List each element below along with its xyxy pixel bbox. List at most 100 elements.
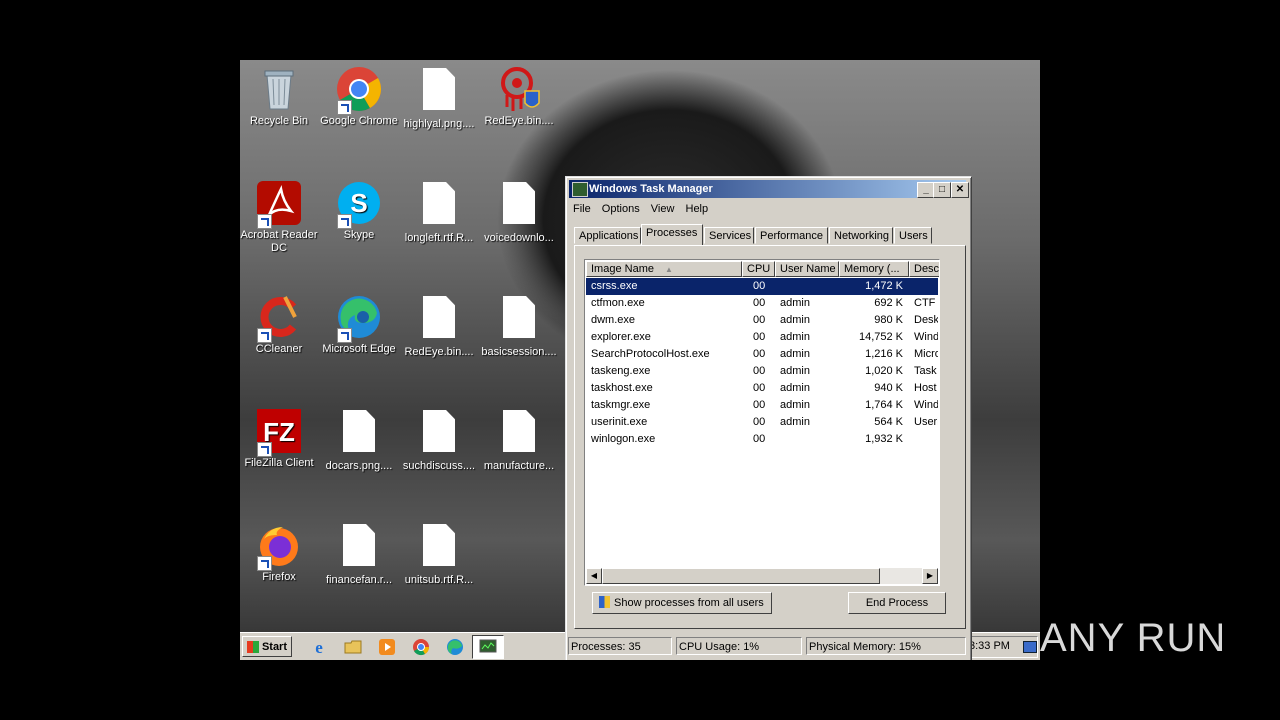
process-list[interactable]: Image Name ▲ CPU User Name Memory (... D…	[584, 259, 940, 586]
desktop-icon-recycle-bin[interactable]: Recycle Bin	[240, 65, 319, 128]
desktop-icon-manufacture[interactable]: manufacture...	[479, 407, 559, 473]
scroll-left-icon[interactable]: ◀	[586, 568, 602, 584]
file-icon	[415, 182, 463, 230]
cell-cpu: 00	[753, 399, 766, 411]
skype-icon: S	[335, 179, 383, 229]
acrobat-icon	[255, 179, 303, 229]
table-row[interactable]: csrss.exe 00 1,472 K	[586, 278, 938, 295]
show-all-processes-button[interactable]: Show processes from all users	[592, 592, 772, 614]
column-description[interactable]: Desc	[909, 261, 939, 277]
cell-mem: 980 K	[874, 314, 903, 326]
desktop-icon-google-chrome[interactable]: Google Chrome	[319, 65, 399, 128]
ccleaner-icon	[255, 293, 303, 343]
cell-desc: Task	[914, 365, 937, 377]
table-row[interactable]: winlogon.exe 00 1,932 K	[586, 431, 938, 448]
edge-icon	[335, 293, 383, 343]
task-manager-window: Windows Task Manager _ □ ✕ File Options …	[565, 176, 972, 660]
cell-name: explorer.exe	[591, 331, 651, 343]
cell-cpu: 00	[753, 382, 766, 394]
cell-cpu: 00	[753, 331, 766, 343]
taskbar-button-task-manager[interactable]	[472, 635, 504, 659]
desktop-icon-label: unitsub.rtf.R...	[404, 574, 474, 586]
desktop-icon-edge[interactable]: Microsoft Edge	[319, 293, 399, 356]
scroll-right-icon[interactable]: ▶	[922, 568, 938, 584]
media-player-icon[interactable]	[378, 638, 396, 656]
tab-applications[interactable]: Applications	[574, 227, 641, 244]
desktop-icon-redeye-1[interactable]: RedEye.bin....	[479, 65, 559, 128]
table-row[interactable]: userinit.exe 00 admin 564 K Useri	[586, 414, 938, 431]
close-button[interactable]: ✕	[951, 182, 969, 198]
cell-name: winlogon.exe	[591, 433, 656, 445]
explorer-folder-icon[interactable]	[344, 638, 362, 656]
menu-view[interactable]: View	[647, 200, 679, 218]
cell-cpu: 00	[753, 297, 766, 309]
cell-cpu: 00	[753, 416, 766, 428]
menu-file[interactable]: File	[569, 200, 595, 218]
desktop-icon-skype[interactable]: S Skype	[319, 179, 399, 242]
cell-name: taskeng.exe	[591, 365, 651, 377]
table-row[interactable]: taskmgr.exe 00 admin 1,764 K Wind	[586, 397, 938, 414]
desktop-icon-basicsession[interactable]: basicsession....	[479, 293, 559, 359]
tab-users[interactable]: Users	[894, 227, 932, 244]
table-row[interactable]: ctfmon.exe 00 admin 692 K CTF I	[586, 295, 938, 312]
start-button[interactable]: Start	[242, 636, 292, 657]
cell-cpu: 00	[753, 433, 766, 445]
menu-bar: File Options View Help	[569, 200, 712, 218]
ie-icon[interactable]: e	[310, 638, 328, 657]
menu-help[interactable]: Help	[682, 200, 713, 218]
cell-user: admin	[780, 331, 810, 343]
tab-performance[interactable]: Performance	[755, 227, 828, 244]
shortcut-arrow-icon	[257, 556, 272, 571]
desktop-icon-redeye-2[interactable]: RedEye.bin....	[399, 293, 479, 359]
chrome-taskbar-icon[interactable]	[412, 638, 430, 656]
desktop-icon-filezilla[interactable]: FZ FileZilla Client	[240, 407, 319, 470]
table-row[interactable]: taskhost.exe 00 admin 940 K Host	[586, 380, 938, 397]
horizontal-scrollbar[interactable]: ◀ ▶	[586, 568, 938, 584]
desktop-icon-label: basicsession....	[481, 346, 557, 358]
desktop-icon-firefox[interactable]: Firefox	[240, 521, 319, 584]
firefox-icon	[255, 521, 303, 571]
desktop-icon-label: highlyal.png....	[403, 118, 475, 130]
desktop-icon-label: suchdiscuss....	[402, 460, 476, 472]
end-process-button[interactable]: End Process	[848, 592, 946, 614]
desktop-icon-ccleaner[interactable]: CCleaner	[240, 293, 319, 356]
desktop-icon-voicedownlo[interactable]: voicedownlo...	[479, 179, 559, 245]
menu-options[interactable]: Options	[598, 200, 644, 218]
cell-desc: Wind	[914, 331, 938, 343]
table-row[interactable]: explorer.exe 00 admin 14,752 K Wind	[586, 329, 938, 346]
desktop-icon-longleft[interactable]: longleft.rtf.R...	[399, 179, 479, 245]
column-cpu[interactable]: CPU	[742, 261, 775, 277]
maximize-button[interactable]: □	[933, 182, 951, 198]
tab-processes[interactable]: Processes	[641, 224, 703, 245]
table-row[interactable]: SearchProtocolHost.exe 00 admin 1,216 K Micr…	[586, 346, 938, 363]
column-user-name[interactable]: User Name	[775, 261, 839, 277]
desktop-icon-docars[interactable]: docars.png....	[319, 407, 399, 473]
tab-services[interactable]: Services	[704, 227, 754, 244]
sort-ascending-icon: ▲	[665, 265, 673, 274]
column-image-name[interactable]: Image Name ▲	[586, 261, 742, 277]
keyboard-layout-icon[interactable]	[1023, 641, 1037, 653]
cell-cpu: 00	[753, 280, 766, 292]
desktop-icon-highlyal[interactable]: highlyal.png....	[399, 65, 479, 131]
cell-desc: Wind	[914, 399, 938, 411]
file-icon	[495, 410, 543, 458]
desktop-icon-acrobat[interactable]: Acrobat Reader DC	[240, 179, 319, 255]
title-bar[interactable]: Windows Task Manager _ □ ✕	[569, 180, 969, 198]
desktop-icon-unitsub[interactable]: unitsub.rtf.R...	[399, 521, 479, 587]
column-label: Image Name	[591, 263, 654, 275]
column-memory[interactable]: Memory (...	[839, 261, 909, 277]
tab-networking[interactable]: Networking	[829, 227, 893, 244]
desktop-icon-label: longleft.rtf.R...	[404, 232, 474, 244]
redeye-icon	[495, 65, 543, 113]
desktop-icon-suchdiscuss[interactable]: suchdiscuss....	[399, 407, 479, 473]
scrollbar-thumb[interactable]	[602, 568, 880, 584]
table-row[interactable]: taskeng.exe 00 admin 1,020 K Task	[586, 363, 938, 380]
table-row[interactable]: dwm.exe 00 admin 980 K Desk	[586, 312, 938, 329]
filezilla-icon: FZ	[255, 407, 303, 457]
desktop-icon-label: manufacture...	[483, 460, 555, 472]
desktop-icon-financefan[interactable]: financefan.r...	[319, 521, 399, 587]
clock[interactable]: 3:33 PM	[969, 640, 1010, 652]
cell-name: taskmgr.exe	[591, 399, 651, 411]
cell-cpu: 00	[753, 365, 766, 377]
edge-taskbar-icon[interactable]	[446, 638, 464, 656]
